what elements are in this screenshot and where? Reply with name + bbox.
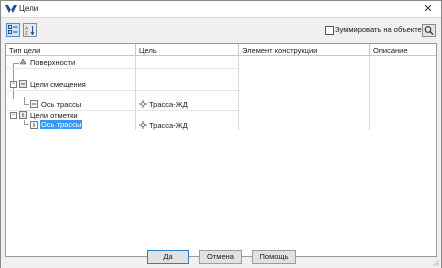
target-value[interactable]: Трасса-ЖД xyxy=(149,100,188,109)
target-crosshair-icon xyxy=(139,121,147,129)
tree-row[interactable]: − Цели отметки xyxy=(6,110,436,120)
tree-node-label: Ось трассы xyxy=(41,100,82,109)
elevation-targets-icon xyxy=(19,111,27,119)
dialog-body: A Z Зуммировать на объекте Тип цели Цель… xyxy=(1,17,441,268)
target-value[interactable]: Трасса-ЖД xyxy=(149,121,188,130)
cancel-button[interactable]: Отмена xyxy=(199,250,242,264)
sort-by-category-button[interactable] xyxy=(6,23,20,37)
collapse-icon[interactable]: − xyxy=(10,81,17,88)
close-icon[interactable]: ✕ xyxy=(419,1,437,17)
tree-row[interactable]: Поверхности xyxy=(6,57,436,68)
sort-by-category-icon xyxy=(8,25,18,34)
column-header-target-type[interactable]: Тип цели xyxy=(9,46,40,55)
help-button[interactable]: Помощь xyxy=(252,250,296,264)
tree-row-selected[interactable]: Ось трассы Трасса-ЖД xyxy=(6,120,436,131)
alignment-icon xyxy=(30,100,38,108)
svg-text:Z: Z xyxy=(25,31,28,36)
surface-icon xyxy=(19,58,27,65)
tree-node-label: Ось трассы xyxy=(40,120,83,129)
zoom-on-object-label: Зуммировать на объекте xyxy=(335,25,422,34)
row-separator xyxy=(6,90,240,91)
tree-row[interactable]: − Цели смещения xyxy=(6,79,436,90)
title-bar: Цели ✕ xyxy=(1,1,441,17)
grid-header: Тип цели Цель Элемент конструкции Описан… xyxy=(6,44,436,56)
collapse-icon[interactable]: − xyxy=(10,112,17,119)
targets-grid: Тип цели Цель Элемент конструкции Описан… xyxy=(5,43,437,257)
tree-node-label: Поверхности xyxy=(30,58,76,67)
targets-dialog: Цели ✕ A Z Зуммировать на объекте Тип це… xyxy=(0,0,442,268)
column-divider[interactable] xyxy=(238,44,239,55)
offset-targets-icon xyxy=(19,80,27,88)
zoom-on-object-checkbox[interactable] xyxy=(325,26,334,35)
tree-row[interactable]: Ось трассы Трасса-ЖД xyxy=(6,99,436,110)
app-logo-icon xyxy=(5,5,17,13)
column-header-description[interactable]: Описание xyxy=(373,46,408,55)
ok-button[interactable]: Да xyxy=(147,250,189,264)
column-divider[interactable] xyxy=(135,44,136,55)
target-crosshair-icon xyxy=(139,100,147,108)
tree-node-label: Цели отметки xyxy=(30,111,78,120)
column-header-target[interactable]: Цель xyxy=(139,46,157,55)
resize-grip-icon[interactable] xyxy=(431,258,439,266)
sort-alphabetical-icon: A Z xyxy=(25,26,35,36)
search-button[interactable] xyxy=(422,24,436,37)
sort-alphabetical-button[interactable]: A Z xyxy=(23,23,37,37)
search-icon xyxy=(424,26,434,35)
tree-node-label: Цели смещения xyxy=(30,80,86,89)
row-separator xyxy=(6,68,240,69)
window-title: Цели xyxy=(19,4,39,13)
column-divider[interactable] xyxy=(369,44,370,55)
profile-icon xyxy=(30,121,38,129)
column-header-construction-element[interactable]: Элемент конструкции xyxy=(242,46,317,55)
